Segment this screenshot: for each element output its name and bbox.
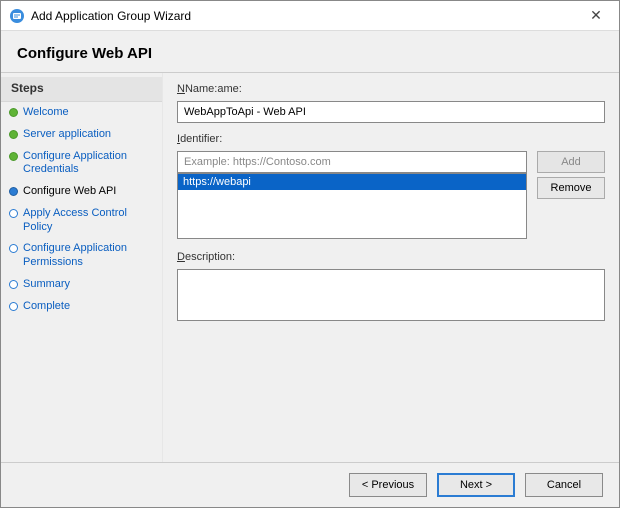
identifier-left: https://webapi: [177, 151, 527, 239]
identifier-listbox[interactable]: https://webapi: [177, 173, 527, 239]
form-content: NName:ame: Identifier: https://webapi Ad…: [163, 73, 619, 462]
step-label: Configure Web API: [23, 185, 116, 199]
window-title: Add Application Group Wizard: [31, 9, 581, 23]
step-label: Configure Application Permissions: [23, 242, 154, 270]
page-title: Configure Web API: [17, 45, 603, 62]
list-item[interactable]: https://webapi: [178, 174, 526, 190]
body: Steps Welcome Server application Configu…: [1, 72, 619, 463]
identifier-label: Identifier:: [177, 133, 605, 145]
step-welcome[interactable]: Welcome: [1, 102, 162, 124]
step-label: Apply Access Control Policy: [23, 207, 154, 235]
bullet-done-icon: [9, 130, 18, 139]
step-configure-web-api[interactable]: Configure Web API: [1, 181, 162, 203]
identifier-row: https://webapi Add Remove: [177, 151, 605, 239]
step-label: Summary: [23, 278, 70, 292]
titlebar: Add Application Group Wizard ✕: [1, 1, 619, 31]
bullet-pending-icon: [9, 209, 18, 218]
identifier-input[interactable]: [177, 151, 527, 173]
step-access-control-policy[interactable]: Apply Access Control Policy: [1, 203, 162, 239]
bullet-current-icon: [9, 187, 18, 196]
description-input[interactable]: [177, 269, 605, 321]
step-application-permissions[interactable]: Configure Application Permissions: [1, 238, 162, 274]
step-server-application[interactable]: Server application: [1, 124, 162, 146]
previous-button[interactable]: < Previous: [349, 473, 427, 497]
step-label: Configure Application Credentials: [23, 150, 154, 178]
steps-sidebar: Steps Welcome Server application Configu…: [1, 73, 163, 462]
bullet-pending-icon: [9, 244, 18, 253]
name-input[interactable]: [177, 101, 605, 123]
add-button: Add: [537, 151, 605, 173]
step-summary[interactable]: Summary: [1, 274, 162, 296]
bullet-done-icon: [9, 152, 18, 161]
identifier-buttons: Add Remove: [537, 151, 605, 239]
step-label: Complete: [23, 300, 70, 314]
name-label: NName:ame:: [177, 83, 605, 95]
close-icon[interactable]: ✕: [581, 6, 611, 26]
footer: < Previous Next > Cancel: [1, 463, 619, 507]
app-icon: [9, 8, 25, 24]
bullet-pending-icon: [9, 280, 18, 289]
cancel-button[interactable]: Cancel: [525, 473, 603, 497]
sidebar-heading: Steps: [1, 77, 162, 102]
next-button[interactable]: Next >: [437, 473, 515, 497]
bullet-pending-icon: [9, 302, 18, 311]
description-label: Description:: [177, 251, 605, 263]
step-label: Server application: [23, 128, 111, 142]
step-label: Welcome: [23, 106, 69, 120]
bullet-done-icon: [9, 108, 18, 117]
page-header: Configure Web API: [1, 31, 619, 72]
remove-button[interactable]: Remove: [537, 177, 605, 199]
step-configure-credentials[interactable]: Configure Application Credentials: [1, 146, 162, 182]
wizard-window: Add Application Group Wizard ✕ Configure…: [0, 0, 620, 508]
step-complete[interactable]: Complete: [1, 296, 162, 318]
